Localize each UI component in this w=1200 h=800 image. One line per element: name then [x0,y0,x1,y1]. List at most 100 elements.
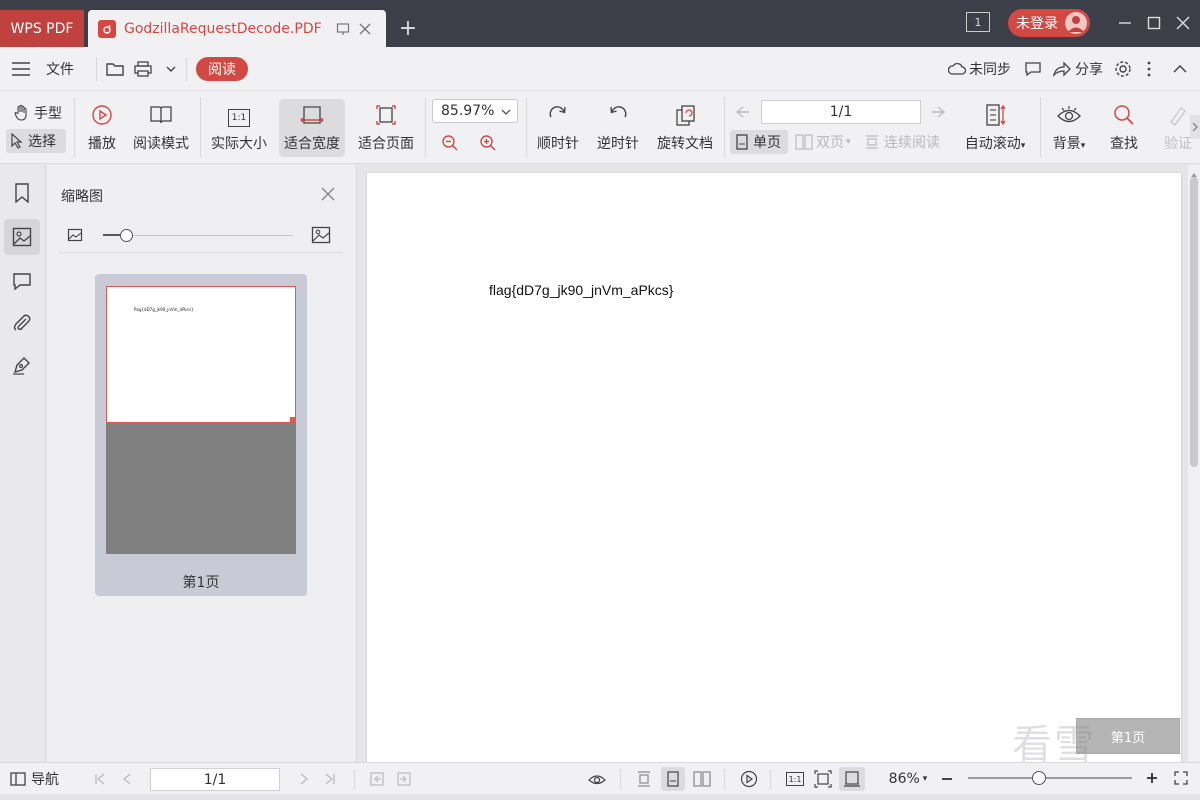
next-page-icon[interactable] [930,100,946,124]
login-button[interactable]: 未登录 [1008,9,1090,37]
pdf-page[interactable]: flag{dD7g_jk90_jnVm_aPkcs} [367,173,1181,762]
attachment-icon[interactable] [4,305,40,341]
forward-view-icon[interactable] [395,767,413,791]
rotate-counterclockwise-button[interactable]: 逆时针 [594,99,642,157]
close-tab-icon[interactable] [354,18,376,40]
hand-tool-button[interactable]: 手型 [10,101,66,125]
navigation-button[interactable]: 导航 [10,767,59,791]
resize-handle[interactable] [290,417,296,423]
continuous-read-label: 连续阅读 [884,135,940,151]
read-tab-button[interactable]: 阅读 [196,57,248,81]
zoom-level-dropdown[interactable]: 86% ▾ [884,767,932,791]
fit-page-button[interactable]: 适合页面 [355,99,417,157]
single-page-button[interactable]: 单页 [730,130,788,154]
actual-size-status-icon[interactable]: 1:1 [784,767,806,791]
back-view-icon[interactable] [368,767,386,791]
previous-page-icon[interactable] [735,100,751,124]
status-page-input[interactable]: 1/1 [150,768,280,791]
file-menu[interactable]: 文件 [46,47,74,91]
open-folder-icon[interactable] [106,47,124,91]
zoom-slider-knob[interactable] [1031,771,1046,785]
prev-page-icon[interactable] [119,767,135,791]
small-image-icon[interactable] [67,227,83,247]
quick-access-dropdown-icon[interactable] [165,47,177,91]
toolbar-scroll-right-icon[interactable] [1190,115,1200,139]
vertical-scrollbar[interactable] [1188,165,1200,762]
thumbnail-panel: 缩略图 flag{dD7g_jk90_jnVm_aPkcs} 第1页 [47,165,357,762]
signature-icon[interactable] [4,347,40,383]
hamburger-menu-icon[interactable] [12,47,30,91]
settings-gear-icon[interactable] [1114,47,1132,91]
page-thumbnail[interactable]: flag{dD7g_jk90_jnVm_aPkcs} [106,286,296,554]
new-tab-button[interactable]: + [396,16,420,41]
continuous-read-button[interactable]: 连续阅读 [864,130,940,154]
fullscreen-icon[interactable] [1172,766,1190,790]
double-view-icon[interactable] [690,767,714,791]
read-mode-button[interactable]: 阅读模式 [130,99,192,157]
visible-area-frame[interactable]: flag{dD7g_jk90_jnVm_aPkcs} [106,286,296,423]
zoom-in-icon[interactable] [479,131,497,155]
fit-width-button[interactable]: 适合宽度 [279,99,345,157]
menu-divider [96,57,97,81]
zoom-out-status-icon[interactable] [938,767,956,791]
next-page-status-icon[interactable] [296,767,312,791]
page-number-input[interactable]: 1/1 [761,100,921,124]
open-book-icon [149,103,173,127]
bookmark-icon[interactable] [4,175,40,211]
page-thumbnail-card[interactable]: flag{dD7g_jk90_jnVm_aPkcs} 第1页 [95,274,307,596]
zoom-out-icon[interactable] [441,131,459,155]
side-rail [0,165,46,762]
select-tool-label: 选择 [28,134,56,150]
status-divider [770,769,771,789]
continuous-view-icon[interactable] [634,767,654,791]
more-options-icon[interactable] [1146,47,1152,91]
single-page-label: 单页 [753,135,781,151]
thumbnail-icon[interactable] [4,219,40,255]
annotation-icon[interactable] [4,263,40,299]
maximize-icon[interactable] [1143,12,1165,34]
large-image-icon[interactable] [311,225,331,249]
single-view-icon[interactable] [661,767,685,791]
page-text[interactable]: flag{dD7g_jk90_jnVm_aPkcs} [489,282,673,298]
background-button[interactable]: 背景▾ [1048,99,1090,157]
scrollbar-thumb[interactable] [1190,177,1198,467]
fit-width-status-icon[interactable] [839,767,865,791]
last-page-icon[interactable] [322,767,338,791]
pdf-file-icon [98,19,116,38]
close-window-icon[interactable] [1172,12,1194,34]
document-viewport[interactable]: flag{dD7g_jk90_jnVm_aPkcs} [358,165,1188,762]
double-page-button[interactable]: 双页 ▾ [795,130,851,154]
fit-page-label: 适合页面 [358,136,414,152]
zoom-input[interactable]: 85.97% [432,99,518,123]
app-home-tab[interactable]: WPS PDF [0,10,84,47]
slideshow-play-icon[interactable] [738,767,760,791]
document-tab[interactable]: GodzillaRequestDecode.PDF [88,10,386,47]
close-panel-icon[interactable] [317,183,339,205]
window-count-icon[interactable]: 1 [966,12,990,32]
zoom-slider-track[interactable] [968,777,1132,779]
first-page-icon[interactable] [92,767,108,791]
slider-knob[interactable] [119,229,133,242]
thumbnail-size-slider[interactable] [67,225,337,247]
minimize-icon[interactable] [1114,12,1136,34]
comment-icon[interactable] [1024,47,1042,91]
rotate-clockwise-button[interactable]: 顺时针 [534,99,582,157]
status-divider [724,769,725,789]
zoom-dropdown-icon[interactable] [501,108,511,116]
toolbar-divider [74,97,75,157]
print-icon[interactable] [134,47,152,91]
share-button[interactable]: 分享 [1052,47,1103,91]
play-button[interactable]: 播放 [84,99,120,157]
find-button[interactable]: 查找 [1104,99,1144,157]
play-label: 播放 [88,136,116,152]
auto-scroll-button[interactable]: 自动滚动▾ [960,99,1030,157]
collapse-ribbon-icon[interactable] [1172,47,1188,91]
pin-tab-icon[interactable] [332,18,354,40]
cloud-sync-button[interactable]: 未同步 [948,47,1011,91]
select-tool-button[interactable]: 选择 [6,129,66,153]
zoom-in-status-icon[interactable] [1143,766,1161,790]
eye-protection-icon[interactable] [586,767,608,791]
rotate-document-button[interactable]: 旋转文档 [654,99,716,157]
fit-page-status-icon[interactable] [812,767,834,791]
actual-size-button[interactable]: 1:1 实际大小 [208,99,270,157]
